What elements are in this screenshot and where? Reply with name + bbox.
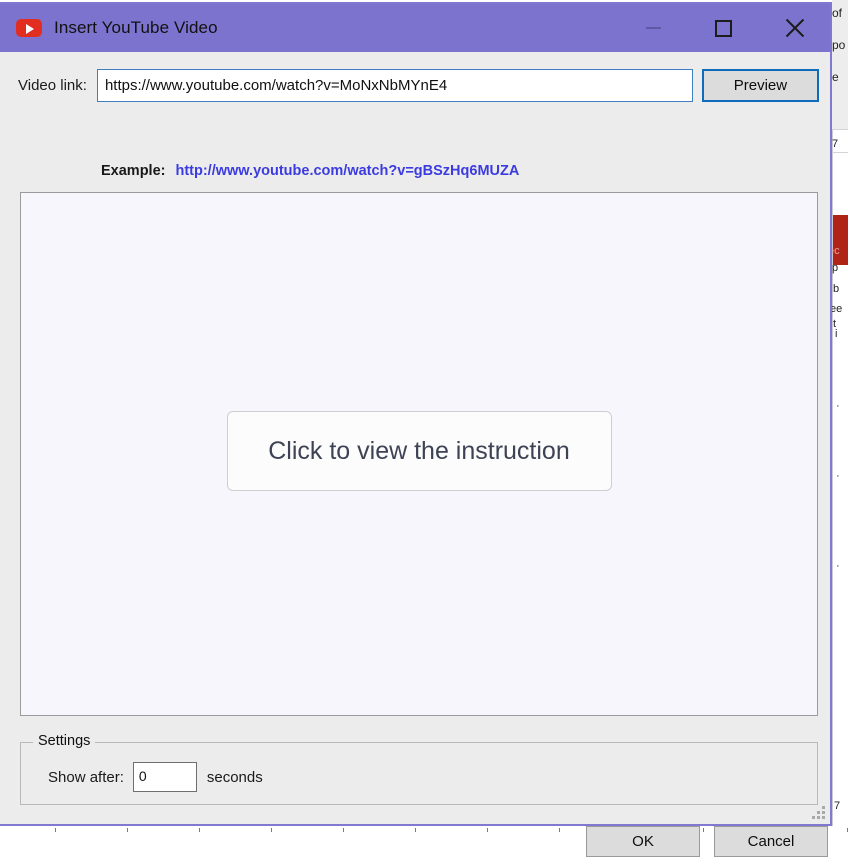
background-text-fragment: 7 xyxy=(832,138,838,150)
ruler-tick xyxy=(415,828,416,832)
close-icon[interactable] xyxy=(772,4,818,52)
video-link-input[interactable] xyxy=(97,69,693,102)
settings-groupbox: Settings Show after: seconds xyxy=(20,742,818,805)
resize-grip-icon[interactable] xyxy=(812,806,826,820)
minimize-icon[interactable] xyxy=(630,4,676,52)
background-text-fragment: of xyxy=(832,6,842,20)
video-link-row: Video link: Preview xyxy=(0,68,832,102)
example-link[interactable]: http://www.youtube.com/watch?v=gBSzHq6MU… xyxy=(175,163,519,179)
background-red-block xyxy=(833,215,848,265)
ruler-tick xyxy=(127,828,128,832)
show-after-input[interactable] xyxy=(133,762,197,792)
background-text-fragment: b xyxy=(833,283,839,295)
background-text-fragment: 7 xyxy=(834,800,840,812)
background-text-fragment: po xyxy=(832,38,845,52)
show-after-label: Show after: xyxy=(48,769,124,786)
grip-dot xyxy=(822,811,825,814)
youtube-icon xyxy=(16,19,42,37)
ruler-tick xyxy=(55,828,56,832)
background-text-fragment: · xyxy=(836,400,840,412)
seconds-unit-label: seconds xyxy=(207,769,263,786)
background-text-fragment: p xyxy=(832,262,838,274)
background-text-fragment: e xyxy=(832,70,839,84)
ruler-tick xyxy=(559,828,560,832)
background-rule-1 xyxy=(832,129,848,130)
grip-dot xyxy=(822,806,825,809)
ruler-tick xyxy=(271,828,272,832)
video-link-label: Video link: xyxy=(18,77,87,94)
insert-youtube-video-dialog: Insert YouTube Video Video link: Preview… xyxy=(0,2,832,826)
ruler-tick xyxy=(343,828,344,832)
background-text-fragment: i xyxy=(835,328,837,340)
ok-button[interactable]: OK xyxy=(586,826,700,857)
grip-dot xyxy=(817,816,820,819)
example-row: Example: http://www.youtube.com/watch?v=g… xyxy=(101,163,519,179)
background-panel-body xyxy=(832,265,848,825)
background-divider xyxy=(832,130,833,826)
background-rule-2 xyxy=(832,152,848,153)
view-instruction-button[interactable]: Click to view the instruction xyxy=(227,411,612,491)
ruler-tick xyxy=(487,828,488,832)
ruler-tick xyxy=(703,828,704,832)
video-preview-panel: Click to view the instruction xyxy=(20,192,818,716)
settings-legend: Settings xyxy=(33,733,95,749)
dialog-body: Video link: Preview Example: http://www.y… xyxy=(0,52,830,824)
grip-dot xyxy=(817,811,820,814)
background-text-fragment: · xyxy=(836,560,840,572)
example-label: Example: xyxy=(101,163,165,179)
cancel-button[interactable]: Cancel xyxy=(714,826,828,857)
dialog-title: Insert YouTube Video xyxy=(54,18,630,38)
background-text-fragment: · xyxy=(836,470,840,482)
dialog-titlebar[interactable]: Insert YouTube Video xyxy=(0,4,830,52)
grip-dot xyxy=(822,816,825,819)
ruler-tick xyxy=(199,828,200,832)
settings-content: Show after: seconds xyxy=(21,762,819,792)
grip-dot xyxy=(812,816,815,819)
preview-button[interactable]: Preview xyxy=(702,69,819,102)
maximize-icon[interactable] xyxy=(700,4,746,52)
